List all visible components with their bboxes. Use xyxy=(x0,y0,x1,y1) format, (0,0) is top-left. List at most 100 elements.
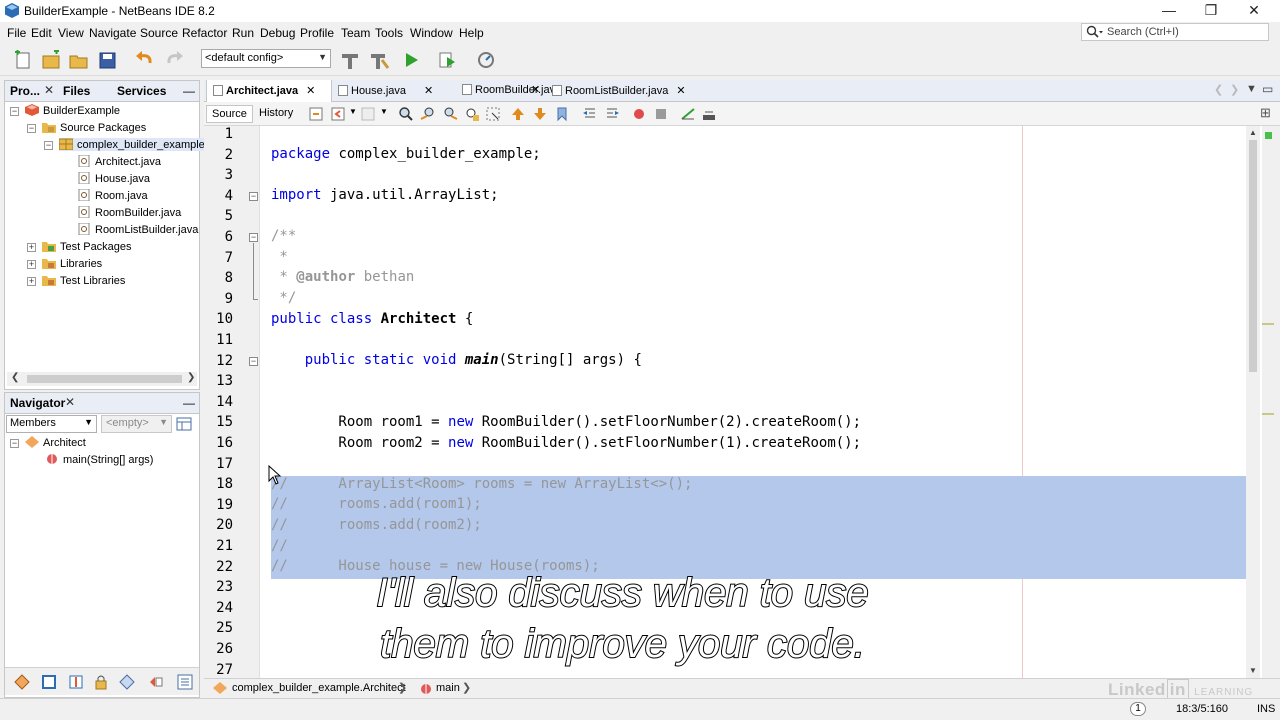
menu-refactor[interactable]: Refactor xyxy=(182,26,227,40)
new-file-icon[interactable] xyxy=(12,50,34,70)
error-stripe-mark[interactable] xyxy=(1262,413,1274,415)
scroll-left-icon[interactable]: ❮ xyxy=(11,372,19,383)
close-icon[interactable]: ✕ xyxy=(44,83,54,97)
breadcrumb-class[interactable]: complex_builder_example.Architect xyxy=(232,682,406,694)
menu-team[interactable]: Team xyxy=(341,26,370,40)
horizontal-scrollbar[interactable]: ❮ ❯ xyxy=(7,372,197,386)
scroll-right-icon[interactable]: ❯ xyxy=(187,372,195,383)
scrollbar-thumb[interactable] xyxy=(1249,140,1257,372)
tree-item-source-packages[interactable]: Source Packages xyxy=(42,121,146,134)
tree-item-test-libraries[interactable]: Test Libraries xyxy=(42,274,125,287)
minimize-panel-icon[interactable]: — xyxy=(183,396,195,410)
error-stripe[interactable] xyxy=(1262,126,1274,678)
search-input[interactable]: Search (Ctrl+I) xyxy=(1081,23,1269,41)
scroll-tabs-left-icon[interactable]: ❮ xyxy=(1214,83,1223,96)
debug-project-icon[interactable] xyxy=(437,50,459,70)
inherited-filter-icon[interactable] xyxy=(119,674,135,690)
expand-icon[interactable]: + xyxy=(27,243,36,252)
breadcrumb-method[interactable]: main xyxy=(436,682,460,694)
back-icon[interactable] xyxy=(330,106,346,122)
history-view-button[interactable]: History xyxy=(254,105,298,123)
sort-icon[interactable] xyxy=(148,674,164,690)
editor-vertical-scrollbar[interactable]: ▲ ▼ xyxy=(1246,126,1260,678)
chevron-down-icon[interactable]: ▼ xyxy=(349,107,357,116)
clean-build-icon[interactable] xyxy=(368,50,390,70)
tree-item-project[interactable]: BuilderExample xyxy=(25,104,120,117)
sort-by-source-icon[interactable] xyxy=(177,674,193,690)
shift-left-icon[interactable] xyxy=(582,106,598,122)
configuration-select[interactable]: <default config> ▼ xyxy=(201,49,331,68)
show-opened-documents-icon[interactable]: ▼ xyxy=(1246,83,1257,95)
empty-select[interactable]: <empty> ▼ xyxy=(101,415,172,433)
tree-item-file[interactable]: House.java xyxy=(77,172,150,185)
tab-navigator[interactable]: Navigator xyxy=(10,396,65,410)
tab-house-java[interactable]: House.java ✕ xyxy=(332,80,456,102)
expand-icon[interactable]: + xyxy=(27,260,36,269)
fields-filter-icon[interactable] xyxy=(14,674,30,690)
collapse-icon[interactable]: − xyxy=(27,124,36,133)
toggle-bookmark-icon[interactable] xyxy=(554,106,570,122)
tab-files[interactable]: Files xyxy=(63,84,90,98)
menu-debug[interactable]: Debug xyxy=(260,26,295,40)
tree-item-libraries[interactable]: Libraries xyxy=(42,257,102,270)
chevron-down-icon[interactable]: ▼ xyxy=(380,107,388,116)
restore-button[interactable]: ❐ xyxy=(1188,0,1234,22)
find-icon[interactable] xyxy=(398,106,414,122)
scrollbar-thumb[interactable] xyxy=(27,375,182,383)
tree-item-file[interactable]: RoomBuilder.java xyxy=(77,206,181,219)
collapse-icon[interactable]: − xyxy=(10,107,19,116)
split-editor-icon[interactable]: ⊞ xyxy=(1260,105,1271,121)
save-all-icon[interactable] xyxy=(97,50,119,70)
notifications-badge[interactable]: 1 xyxy=(1130,702,1146,716)
menu-view[interactable]: View xyxy=(58,26,84,40)
source-view-button[interactable]: Source xyxy=(206,105,253,123)
close-tab-icon[interactable]: ✕ xyxy=(676,85,685,97)
close-icon[interactable]: ✕ xyxy=(65,395,75,409)
last-edit-icon[interactable] xyxy=(308,106,324,122)
open-project-icon[interactable] xyxy=(68,50,90,70)
tree-item-test-packages[interactable]: Test Packages xyxy=(42,240,132,253)
shift-right-icon[interactable] xyxy=(604,106,620,122)
fold-comment-icon[interactable]: − xyxy=(249,233,258,242)
menu-navigate[interactable]: Navigate xyxy=(89,26,136,40)
navigator-settings-icon[interactable] xyxy=(175,415,193,433)
lock-icon[interactable] xyxy=(93,674,109,690)
navigator-item-method[interactable]: main(String[] args) xyxy=(45,453,153,466)
minimize-button[interactable]: — xyxy=(1146,0,1192,22)
find-next-icon[interactable] xyxy=(442,106,458,122)
tab-roomlistbuilder-java[interactable]: RoomListBuilder.java ✕ xyxy=(548,80,688,102)
uncomment-icon[interactable] xyxy=(701,106,717,122)
collapse-icon[interactable]: − xyxy=(44,141,53,150)
toggle-highlight-icon[interactable] xyxy=(464,106,480,122)
collapse-icon[interactable]: − xyxy=(10,439,19,448)
menu-file[interactable]: File xyxy=(7,26,26,40)
forward-icon[interactable] xyxy=(360,106,376,122)
menu-edit[interactable]: Edit xyxy=(31,26,52,40)
build-project-icon[interactable] xyxy=(339,50,361,70)
fold-import-icon[interactable]: − xyxy=(249,192,258,201)
menu-run[interactable]: Run xyxy=(232,26,254,40)
find-previous-icon[interactable] xyxy=(420,106,436,122)
stop-macro-recording-icon[interactable] xyxy=(653,106,669,122)
maximize-window-icon[interactable]: ▭ xyxy=(1262,82,1273,96)
scroll-up-icon[interactable]: ▲ xyxy=(1249,128,1257,137)
profile-project-icon[interactable] xyxy=(476,50,498,70)
tab-services[interactable]: Services xyxy=(117,84,166,98)
menu-profile[interactable]: Profile xyxy=(300,26,334,40)
close-tab-icon[interactable]: ✕ xyxy=(424,85,433,97)
menu-source[interactable]: Source xyxy=(140,26,178,40)
menu-help[interactable]: Help xyxy=(459,26,484,40)
tab-projects[interactable]: Pro... xyxy=(10,84,40,98)
fold-method-icon[interactable]: − xyxy=(249,357,258,366)
next-bookmark-icon[interactable] xyxy=(532,106,548,122)
previous-bookmark-icon[interactable] xyxy=(510,106,526,122)
new-project-icon[interactable] xyxy=(40,50,62,70)
tab-architect-java[interactable]: Architect.java ✕ xyxy=(206,80,332,102)
error-stripe-mark[interactable] xyxy=(1262,323,1274,325)
redo-icon[interactable] xyxy=(163,50,185,70)
tree-item-file[interactable]: RoomListBuilder.java xyxy=(77,223,198,236)
scroll-down-icon[interactable]: ▼ xyxy=(1249,666,1257,675)
close-tab-icon[interactable]: ✕ xyxy=(306,85,315,97)
navigator-item-class[interactable]: Architect xyxy=(25,436,86,449)
non-public-filter-icon[interactable] xyxy=(68,674,84,690)
